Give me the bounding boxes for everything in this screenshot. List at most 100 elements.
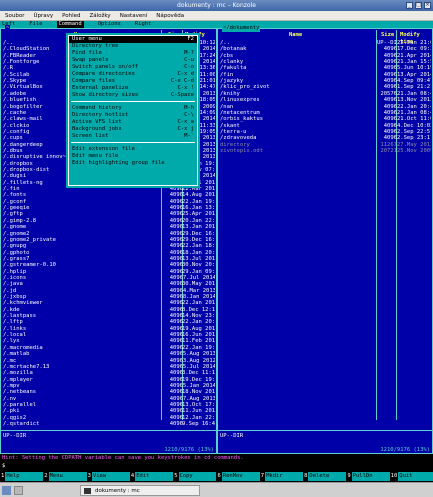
hint-line: Hint: Setting the CDPATH variable can sa… — [2, 455, 244, 461]
menu-item[interactable]: Compare files C-x C-d — [69, 78, 197, 85]
fkey-button[interactable]: 10 Quit — [389, 472, 433, 481]
maximize-icon[interactable]: □ — [415, 2, 422, 9]
fkey-label: PullDn — [351, 472, 390, 481]
menu-nastaveni[interactable]: Nastavení — [120, 11, 148, 20]
menu-item-label: Directory hotlist — [72, 112, 129, 118]
fkey-button[interactable]: 9 PullDn — [346, 472, 390, 481]
fkey-button[interactable]: 3 View — [86, 472, 130, 481]
menu-item[interactable]: Screen list M-` — [69, 133, 197, 140]
fkey-button[interactable]: 8 Delete — [303, 472, 347, 481]
file-size: 4096 — [169, 421, 183, 427]
right-status-divider — [218, 430, 432, 431]
menu-item[interactable]: Edit extension file — [69, 146, 197, 153]
menu-item-shortcut: M-` — [184, 133, 194, 139]
menu-item-label: Find file — [72, 50, 102, 56]
right-column-headers: Name Size Modify time — [219, 32, 431, 45]
fkey-label: RenMov — [221, 472, 260, 481]
mc-menu-command[interactable]: Command — [56, 21, 84, 28]
menu-item-label: Edit highlighting group file — [72, 160, 165, 166]
menu-napoveda[interactable]: Nápověda — [156, 11, 184, 20]
terminal-icon — [84, 488, 91, 494]
fkey-label: View — [91, 472, 130, 481]
mc-menu-options[interactable]: Options — [98, 21, 121, 28]
file-name: zivotopis.odt — [220, 147, 264, 154]
fkey-button[interactable]: 5 Copy — [173, 472, 217, 481]
menu-item[interactable]: User menu F2 — [69, 36, 197, 43]
taskbar: dokumenty : mc — [0, 482, 433, 497]
menu-item[interactable]: Edit menu file — [69, 153, 197, 160]
close-icon[interactable]: × — [424, 2, 431, 9]
fkey-button[interactable]: 1 Help — [0, 472, 44, 481]
left-disk-usage: 1210/9176 (13%) — [164, 447, 214, 453]
right-col-name[interactable]: Name — [289, 32, 302, 39]
menu-item-label: Show directory sizes — [72, 92, 139, 98]
mc-menu-file[interactable]: File — [29, 21, 42, 28]
menu-item-label: External panelize — [72, 85, 129, 91]
menu-item-label: Directory tree — [72, 43, 119, 49]
command-dropdown-menu: User menu F2 Directory tree Find file M-? Swa… — [68, 35, 198, 186]
menu-item[interactable]: Switch panels on/off C-o — [69, 64, 197, 71]
window-titlebar: dokumenty : mc – Konzole _ □ × — [0, 0, 433, 11]
function-key-bar: 1 Help 2 Menu 3 View 4 Edit 5 Copy 6 RenMov 7 Mkdir 8 D… — [0, 472, 433, 481]
menu-item[interactable]: Compare directories C-x d — [69, 71, 197, 78]
menu-item-label: Compare files — [72, 78, 116, 84]
menu-separator — [71, 140, 195, 143]
right-panel[interactable]: ~/dokumenty Name Size Modify time UP--DI… — [217, 25, 433, 454]
table-row[interactable]: /.qstardict 4096 9.Sep 16:48 — [2, 421, 215, 428]
menu-item-label: Background jobs — [72, 126, 122, 132]
right-col-size[interactable]: Size — [381, 32, 394, 39]
menu-item-label: Active VFS list — [72, 119, 122, 125]
shell-prompt[interactable]: $ — [0, 462, 433, 472]
window-title: dokumenty : mc – Konzole — [177, 2, 256, 9]
menu-item[interactable]: Edit highlighting group file — [69, 160, 197, 167]
fkey-label: Help — [5, 472, 44, 481]
fkey-number: 10 — [389, 472, 399, 481]
terminal-area[interactable]: Left File Command Options Right ~ Name S… — [0, 21, 433, 482]
menu-item[interactable]: Directory hotlist C-\ — [69, 112, 197, 119]
menu-item-label: Compare directories — [72, 71, 135, 77]
menu-item-label: Edit extension file — [72, 146, 135, 152]
start-menu-icon[interactable] — [2, 486, 11, 495]
menu-soubor[interactable]: Soubor — [5, 11, 24, 20]
menu-zalozky[interactable]: Záložky — [90, 11, 111, 20]
fkey-label: Delete — [308, 472, 347, 481]
minimize-icon[interactable]: _ — [406, 2, 413, 9]
menu-separator — [71, 99, 195, 102]
show-desktop-icon[interactable] — [14, 486, 23, 495]
fkey-label: Quit — [398, 472, 433, 481]
file-size: 20721 — [380, 147, 397, 154]
taskbar-task-label: dokumenty : mc — [95, 488, 140, 494]
fkey-button[interactable]: 6 RenMov — [216, 472, 260, 481]
menu-item-label: Edit menu file — [72, 153, 119, 159]
mc-menu-right[interactable]: Right — [135, 21, 152, 28]
menu-item-label: User menu — [72, 36, 102, 42]
menu-item-label: Command history — [72, 105, 122, 111]
menu-item[interactable]: Directory tree — [69, 43, 197, 50]
file-name: /.qstardict — [3, 421, 40, 427]
mc-menubar: Left File Command Options Right — [0, 21, 433, 28]
menu-item-label: Screen list — [72, 133, 109, 139]
menu-item[interactable]: Active VFS list C-x a — [69, 119, 197, 126]
file-mtime: 25.Nov 2009 — [397, 147, 431, 154]
menu-item[interactable]: External panelize C-x ! — [69, 85, 197, 92]
fkey-button[interactable]: 4 Edit — [129, 472, 174, 481]
menu-upravy[interactable]: Úpravy — [33, 11, 53, 20]
fkey-button[interactable]: 7 Mkdir — [259, 472, 304, 481]
right-status: UP--DIR — [220, 433, 244, 439]
menu-item[interactable]: Command history M-h — [69, 105, 197, 112]
menu-item[interactable]: Background jobs C-x j — [69, 126, 197, 133]
window-controls: _ □ × — [406, 2, 431, 9]
fkey-label: Menu — [48, 472, 87, 481]
menu-item[interactable]: Show directory sizes C-Space — [69, 92, 197, 99]
file-mtime: 9.Sep 16:48 — [182, 421, 215, 427]
table-row[interactable]: zivotopis.odt 20721 25.Nov 2009 — [219, 148, 431, 155]
menu-pohled[interactable]: Pohled — [62, 11, 80, 20]
menu-item-label: Switch panels on/off — [72, 64, 139, 70]
right-disk-usage: 1210/9176 (13%) — [380, 447, 430, 453]
taskbar-task-button[interactable]: dokumenty : mc — [80, 485, 200, 496]
menu-item[interactable]: Swap panels C-u — [69, 57, 197, 64]
fkey-button[interactable]: 2 Menu — [43, 472, 87, 481]
menu-item[interactable]: Find file M-? — [69, 50, 197, 57]
menu-item-label: Swap panels — [72, 57, 109, 63]
left-status: UP--DIR — [3, 433, 27, 439]
